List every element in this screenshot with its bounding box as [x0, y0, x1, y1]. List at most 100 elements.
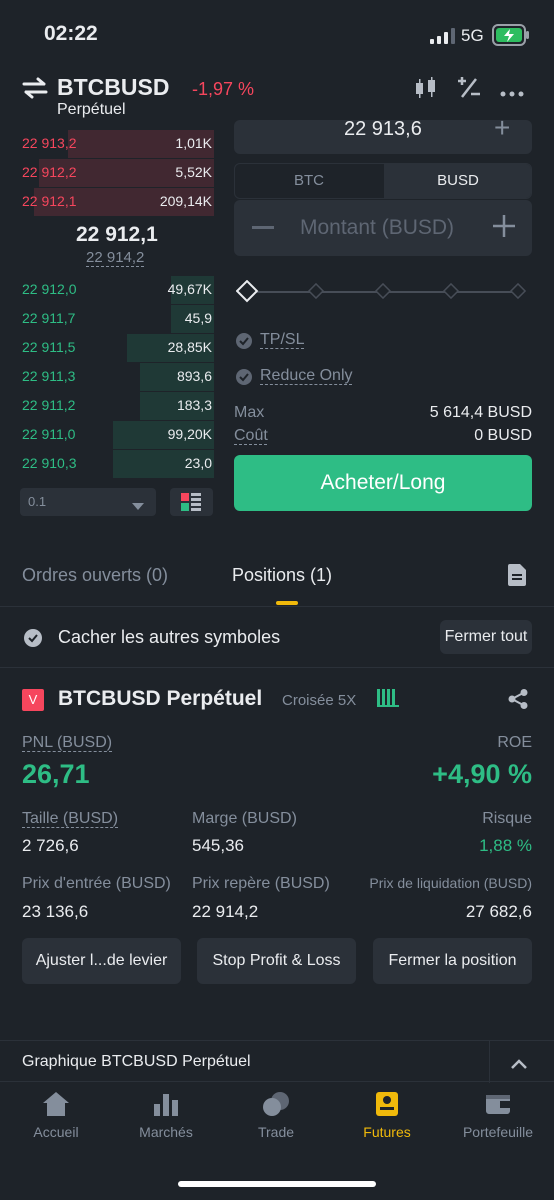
share-icon[interactable]	[508, 689, 528, 714]
cost-label: Coût	[234, 427, 268, 444]
roe-value: +4,90 %	[432, 759, 532, 789]
markets-icon	[154, 1094, 178, 1116]
amount-placeholder: Montant (BUSD)	[300, 216, 455, 239]
symbol-title[interactable]: BTCBUSD	[57, 74, 169, 101]
book-layout-button[interactable]	[170, 488, 213, 516]
tab-positions[interactable]: Positions (1)	[232, 565, 332, 586]
network-label: 5G	[461, 26, 484, 45]
max-value: 5 614,4 BUSD	[429, 404, 532, 421]
check-circle-icon	[236, 333, 252, 354]
bid-price: 22 911,5	[22, 339, 76, 355]
bid-price: 22 911,7	[22, 310, 76, 326]
cost-value: 0 BUSD	[474, 427, 532, 444]
position-side-badge: V	[22, 689, 44, 711]
liquidation-price-value: 27 682,6	[465, 902, 532, 921]
risk-value: 1,88 %	[479, 836, 532, 855]
roe-label: ROE	[497, 734, 532, 751]
swap-icon[interactable]	[22, 76, 48, 105]
plus-icon-top[interactable]: +	[494, 120, 510, 144]
order-form: 22 913,6 + BTC BUSD Montant (BUSD) TP/SL	[234, 120, 532, 520]
precision-value: 0.1	[28, 494, 47, 509]
symbol-subtitle: Perpétuel	[57, 101, 126, 118]
price-input[interactable]: 22 913,6 +	[234, 120, 532, 154]
stop-profit-loss-button[interactable]: Stop Profit & Loss	[197, 938, 356, 984]
adjust-leverage-button[interactable]: Ajuster l...de levier	[22, 938, 181, 984]
ask-quantity: 5,52K	[175, 164, 212, 180]
status-time: 02:22	[44, 22, 98, 45]
position-card: V BTCBUSD Perpétuel Croisée 5X PNL (BUSD…	[0, 669, 554, 1019]
price-input-value: 22 913,6	[344, 120, 422, 140]
nav-markets-label: Marchés	[139, 1124, 193, 1140]
calculator-icon[interactable]	[456, 75, 482, 106]
precision-select[interactable]: 0.1	[20, 488, 156, 516]
tab-btc[interactable]: BTC	[235, 164, 383, 198]
caret-down-icon	[132, 498, 144, 516]
battery-icon	[492, 24, 530, 51]
close-all-button[interactable]: Fermer tout	[440, 620, 532, 654]
candlestick-icon[interactable]	[412, 76, 440, 105]
futures-icon	[376, 1092, 398, 1116]
ask-row[interactable]: 22 912,2 5,52K	[20, 159, 214, 187]
bid-row[interactable]: 22 911,0 99,20K	[20, 421, 214, 449]
entry-price-label: Prix d'entrée (BUSD)	[22, 875, 171, 892]
bid-price: 22 911,3	[22, 368, 76, 384]
ask-price: 22 913,2	[22, 135, 77, 151]
risk-label: Risque	[482, 810, 532, 827]
more-icon[interactable]	[500, 84, 524, 102]
bid-quantity: 893,6	[176, 368, 212, 384]
order-book: 22 913,2 1,01K 22 912,2 5,52K 22 912,1 209,14…	[0, 130, 230, 530]
bid-row[interactable]: 22 910,3 23,0	[20, 450, 214, 478]
margin-mode: Croisée 5X	[282, 692, 357, 709]
nav-markets[interactable]: Marchés	[116, 1090, 216, 1140]
reduce-only-label: Reduce Only	[260, 367, 353, 384]
bid-quantity: 45,9	[184, 310, 212, 326]
tab-open-orders[interactable]: Ordres ouverts (0)	[22, 565, 168, 586]
nav-futures-label: Futures	[363, 1124, 411, 1140]
size-label: Taille (BUSD)	[22, 810, 119, 827]
tpsl-label: TP/SL	[260, 331, 305, 348]
leverage-slider[interactable]	[235, 279, 528, 304]
bid-price: 22 911,2	[22, 397, 76, 413]
bid-row[interactable]: 22 911,3 893,6	[20, 363, 214, 391]
amount-input[interactable]: Montant (BUSD)	[234, 200, 532, 256]
nav-trade[interactable]: Trade	[226, 1090, 326, 1140]
ask-row[interactable]: 22 913,2 1,01K	[20, 130, 214, 158]
trade-icon	[263, 1092, 289, 1116]
bid-row[interactable]: 22 911,5 28,85K	[20, 334, 214, 362]
home-indicator	[178, 1181, 376, 1187]
status-bar: 02:22 5G	[0, 0, 554, 70]
plus-icon[interactable]	[492, 214, 516, 243]
bid-price: 22 911,0	[22, 426, 76, 442]
pnl-value: 26,71	[22, 759, 90, 789]
position-symbol[interactable]: BTCBUSD Perpétuel	[58, 687, 262, 711]
ask-row[interactable]: 22 912,1 209,14K	[20, 188, 214, 216]
last-price: 22 912,1	[76, 223, 158, 246]
mark-price-label: Prix repère (BUSD)	[192, 875, 330, 892]
chevron-up-icon[interactable]	[511, 1056, 527, 1074]
close-position-button[interactable]: Fermer la position	[373, 938, 532, 984]
liquidation-price-label: Prix de liquidation (BUSD)	[369, 875, 532, 891]
order-history-icon[interactable]	[508, 564, 526, 591]
pnl-label: PNL (BUSD)	[22, 734, 113, 751]
nav-wallet[interactable]: Portefeuille	[448, 1090, 548, 1140]
bid-row[interactable]: 22 911,2 183,3	[20, 392, 214, 420]
hide-others-checkbox[interactable]	[24, 629, 42, 652]
bid-row[interactable]: 22 912,0 49,67K	[20, 276, 214, 304]
bottom-tabs: Ordres ouverts (0) Positions (1)	[0, 555, 554, 607]
buy-long-button[interactable]: Acheter/Long	[234, 455, 532, 511]
tab-active-indicator	[276, 601, 298, 605]
margin-label: Marge (BUSD)	[192, 810, 297, 827]
chart-bar[interactable]: Graphique BTCBUSD Perpétuel	[0, 1040, 554, 1083]
nav-home-label: Accueil	[33, 1124, 79, 1140]
chart-bar-label: Graphique BTCBUSD Perpétuel	[22, 1053, 251, 1070]
price-change: -1,97 %	[192, 79, 255, 99]
nav-trade-label: Trade	[257, 1124, 295, 1140]
mark-price[interactable]: 22 914,2	[86, 249, 144, 266]
bid-row[interactable]: 22 911,7 45,9	[20, 305, 214, 333]
nav-futures[interactable]: Futures	[337, 1090, 437, 1140]
minus-icon[interactable]	[252, 226, 274, 229]
tab-busd[interactable]: BUSD	[384, 164, 531, 198]
ask-quantity: 1,01K	[175, 135, 212, 151]
ask-quantity: 209,14K	[159, 193, 212, 209]
nav-home[interactable]: Accueil	[6, 1090, 106, 1140]
